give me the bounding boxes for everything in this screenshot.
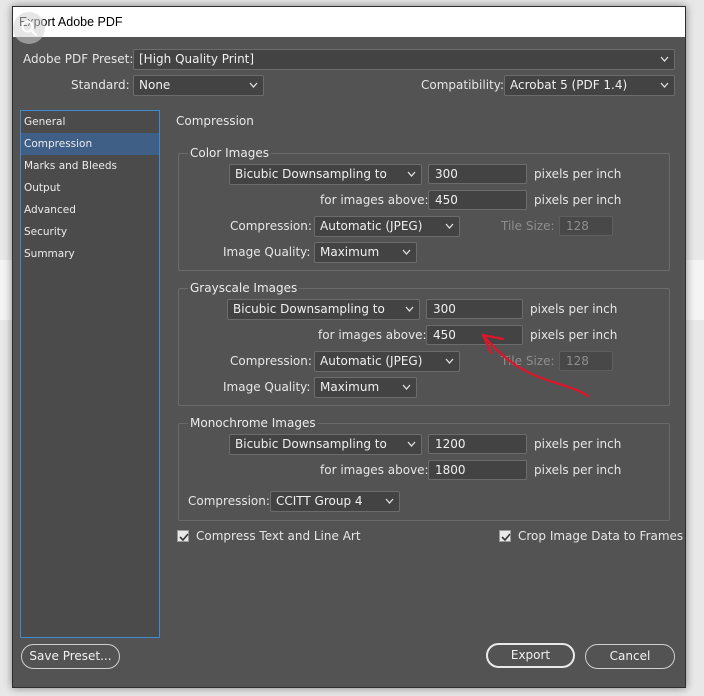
chevron-down-icon bbox=[445, 223, 454, 229]
color-downsample-value: Bicubic Downsampling to bbox=[235, 167, 387, 181]
background-strip-right bbox=[686, 260, 704, 320]
color-downsample-select[interactable]: Bicubic Downsampling to bbox=[229, 164, 422, 185]
compatibility-select[interactable]: Acrobat 5 (PDF 1.4) bbox=[504, 75, 675, 96]
color-tile-input: 128 bbox=[559, 216, 613, 236]
chevron-down-icon bbox=[445, 358, 454, 364]
cancel-button[interactable]: Cancel bbox=[585, 644, 675, 669]
chevron-down-icon bbox=[660, 56, 669, 62]
panel-title: Compression bbox=[176, 114, 254, 128]
color-compression-value: Automatic (JPEG) bbox=[320, 219, 423, 233]
compatibility-label: Compatibility: bbox=[421, 78, 505, 92]
chevron-down-icon bbox=[407, 441, 416, 447]
mono-above-unit: pixels per inch bbox=[534, 463, 622, 477]
compress-text-label: Compress Text and Line Art bbox=[196, 529, 361, 543]
compress-text-checkbox[interactable] bbox=[177, 530, 189, 542]
save-preset-button[interactable]: Save Preset... bbox=[21, 644, 120, 669]
chevron-down-icon bbox=[405, 306, 414, 312]
sidebar-item-general[interactable]: General bbox=[21, 111, 159, 133]
mono-downsample-value: Bicubic Downsampling to bbox=[235, 437, 387, 451]
mono-above-input[interactable]: 1800 bbox=[428, 460, 527, 480]
color-quality-select[interactable]: Maximum bbox=[314, 242, 417, 263]
mono-compression-label: Compression: bbox=[188, 494, 270, 508]
gray-downsample-select[interactable]: Bicubic Downsampling to bbox=[227, 299, 420, 320]
gray-tile-input: 128 bbox=[559, 351, 613, 371]
standard-value: None bbox=[139, 78, 171, 92]
gray-above-unit: pixels per inch bbox=[530, 328, 618, 342]
search-icon bbox=[21, 20, 38, 37]
gray-quality-value: Maximum bbox=[320, 380, 380, 394]
preset-label: Adobe PDF Preset: bbox=[23, 52, 134, 66]
mono-ppi-input[interactable]: 1200 bbox=[428, 434, 527, 454]
gray-tile-label: Tile Size: bbox=[501, 354, 555, 368]
color-quality-label: Image Quality: bbox=[223, 245, 311, 259]
chevron-down-icon bbox=[407, 171, 416, 177]
mono-above-label: for images above: bbox=[320, 463, 429, 477]
sidebar: General Compression Marks and Bleeds Out… bbox=[20, 110, 160, 638]
color-above-unit: pixels per inch bbox=[534, 193, 622, 207]
checkmark-icon bbox=[501, 533, 511, 542]
gray-above-label: for images above: bbox=[318, 328, 427, 342]
chevron-down-icon bbox=[660, 82, 669, 88]
monochrome-images-title: Monochrome Images bbox=[188, 416, 318, 430]
mono-compression-value: CCITT Group 4 bbox=[276, 494, 363, 508]
sidebar-item-output[interactable]: Output bbox=[21, 177, 159, 199]
mono-compression-select[interactable]: CCITT Group 4 bbox=[270, 491, 400, 512]
gray-compression-label: Compression: bbox=[230, 354, 312, 368]
gray-above-input[interactable]: 450 bbox=[426, 325, 523, 345]
color-above-label: for images above: bbox=[320, 193, 429, 207]
sidebar-item-marks-and-bleeds[interactable]: Marks and Bleeds bbox=[21, 155, 159, 177]
preset-select[interactable]: [High Quality Print] bbox=[133, 49, 675, 70]
gray-ppi-input[interactable]: 300 bbox=[426, 299, 523, 319]
sidebar-item-security[interactable]: Security bbox=[21, 221, 159, 243]
mono-ppi-unit: pixels per inch bbox=[534, 437, 622, 451]
export-pdf-dialog: Export Adobe PDF Adobe PDF Preset: [High… bbox=[12, 6, 686, 688]
gray-compression-select[interactable]: Automatic (JPEG) bbox=[314, 351, 460, 372]
sidebar-item-compression[interactable]: Compression bbox=[21, 133, 159, 155]
mono-downsample-select[interactable]: Bicubic Downsampling to bbox=[229, 434, 422, 455]
export-button[interactable]: Export bbox=[486, 643, 575, 668]
sidebar-item-summary[interactable]: Summary bbox=[21, 243, 159, 265]
crop-image-checkbox[interactable] bbox=[499, 530, 511, 542]
chevron-down-icon bbox=[249, 82, 258, 88]
color-ppi-input[interactable]: 300 bbox=[428, 164, 527, 184]
chevron-down-icon bbox=[402, 249, 411, 255]
color-tile-label: Tile Size: bbox=[501, 219, 555, 233]
color-images-title: Color Images bbox=[188, 146, 271, 160]
gray-compression-value: Automatic (JPEG) bbox=[320, 354, 423, 368]
gray-quality-select[interactable]: Maximum bbox=[314, 377, 417, 398]
color-compression-label: Compression: bbox=[230, 219, 312, 233]
gray-downsample-value: Bicubic Downsampling to bbox=[233, 302, 385, 316]
color-compression-select[interactable]: Automatic (JPEG) bbox=[314, 216, 460, 237]
standard-select[interactable]: None bbox=[133, 75, 264, 96]
color-above-input[interactable]: 450 bbox=[428, 190, 527, 210]
sidebar-item-advanced[interactable]: Advanced bbox=[21, 199, 159, 221]
gray-quality-label: Image Quality: bbox=[223, 380, 311, 394]
chevron-down-icon bbox=[402, 384, 411, 390]
compatibility-value: Acrobat 5 (PDF 1.4) bbox=[510, 78, 628, 92]
dialog-title: Export Adobe PDF bbox=[13, 7, 685, 37]
crop-image-label: Crop Image Data to Frames bbox=[518, 529, 684, 543]
chevron-down-icon bbox=[385, 498, 394, 504]
standard-label: Standard: bbox=[71, 78, 130, 92]
color-ppi-unit: pixels per inch bbox=[534, 167, 622, 181]
gray-ppi-unit: pixels per inch bbox=[530, 302, 618, 316]
checkmark-icon bbox=[179, 533, 189, 542]
background-strip-left bbox=[0, 260, 12, 320]
preset-value: [High Quality Print] bbox=[139, 52, 255, 66]
grayscale-images-title: Grayscale Images bbox=[188, 281, 300, 295]
color-quality-value: Maximum bbox=[320, 245, 380, 259]
search-overlay bbox=[13, 12, 45, 44]
